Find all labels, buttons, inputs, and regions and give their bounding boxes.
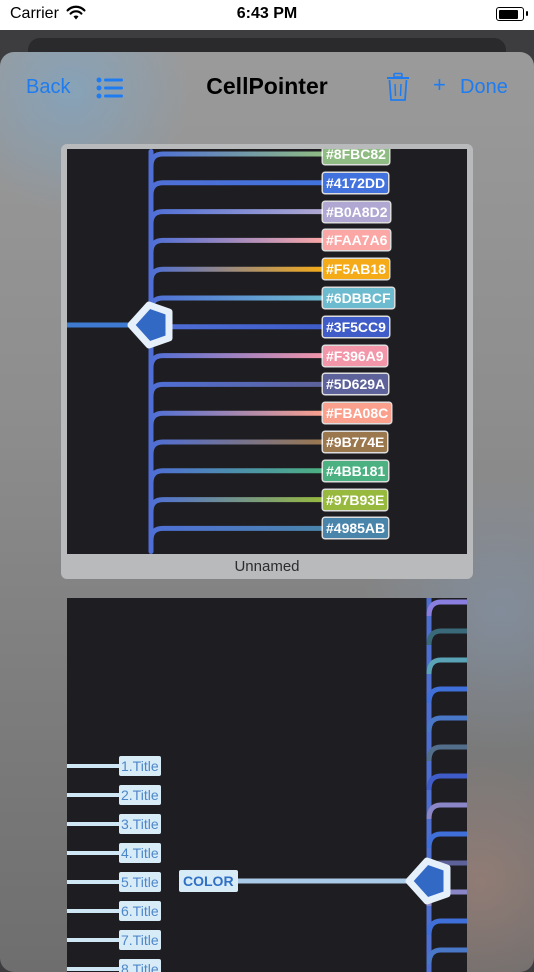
card-name: Unnamed — [234, 558, 300, 575]
color-label-tag[interactable]: #9B774E — [323, 432, 388, 452]
color-label-tag[interactable]: #4985AB — [323, 518, 389, 539]
color-label-tag[interactable]: #F5AB18 — [323, 259, 389, 280]
branch-line — [148, 525, 323, 541]
done-button[interactable]: Done — [460, 76, 508, 99]
back-button[interactable]: Back — [26, 76, 70, 99]
color-label-tag[interactable]: #8FBC82 — [323, 149, 389, 164]
navigation-bar: Back CellPointer + Done — [0, 52, 534, 124]
branch-line — [148, 209, 323, 224]
root-node[interactable] — [405, 857, 451, 905]
clock: 6:43 PM — [236, 5, 298, 22]
branch-line — [426, 628, 467, 646]
status-bar: Carrier 6:43 PM — [0, 0, 534, 30]
title-tag[interactable]: 3.Title — [119, 814, 161, 834]
branch-line — [148, 439, 323, 455]
center-label-tag[interactable]: COLOR — [179, 870, 238, 892]
branch-line — [148, 381, 323, 397]
color-label-tag[interactable]: #B0A8D2 — [323, 201, 391, 222]
title-tag[interactable]: 5.Title — [119, 872, 161, 892]
color-label-tag[interactable]: #FBA08C — [323, 403, 392, 424]
mindmap-preview-colors: #8FBC82 #4172DD #B0A8D2 #FAA7A6 #F5AB18 #6DBB… — [67, 149, 467, 554]
title-tag[interactable]: 1.Title — [119, 756, 161, 776]
branch-line — [426, 657, 467, 675]
mindmap-branches — [67, 149, 323, 554]
branch-line — [148, 237, 323, 253]
branch-line — [148, 151, 323, 167]
branch-line — [426, 831, 467, 849]
battery-icon — [496, 7, 528, 21]
mindmap-card-unnamed[interactable]: #8FBC82 #4172DD #B0A8D2 #FAA7A6 #F5AB18 #6DBB… — [61, 144, 473, 579]
trash-icon[interactable] — [386, 72, 410, 102]
mindmap-preview-titles[interactable]: 1.Title 2.Title 3.Title 4.Title 5.Title 6.Tit… — [67, 598, 467, 972]
color-label-tag[interactable]: #5D629A — [323, 374, 389, 395]
color-label-tag[interactable]: #4172DD — [323, 172, 389, 193]
color-label-tag[interactable]: #3F5CC9 — [323, 316, 389, 337]
branch-line — [148, 353, 323, 368]
branch-line — [148, 468, 323, 483]
color-label-tag[interactable]: #6DBBCF — [323, 288, 394, 308]
branch-line — [148, 324, 323, 339]
add-button[interactable]: + — [433, 72, 446, 98]
title-tag[interactable]: 2.Title — [119, 785, 161, 805]
list-icon[interactable] — [96, 76, 124, 100]
title-tag[interactable]: 7.Title — [119, 930, 161, 950]
modal-sheet: Back CellPointer + Done #8FBC82 #4172DD #B… — [0, 52, 534, 972]
branch-line — [426, 715, 467, 733]
spine-line — [148, 149, 154, 554]
branch-line — [426, 802, 467, 820]
branch-line — [426, 947, 467, 965]
branch-line — [426, 599, 467, 617]
branch-line — [148, 266, 323, 282]
root-node[interactable] — [127, 301, 173, 349]
title-tag[interactable]: 8.Title — [119, 959, 161, 972]
page-title: CellPointer — [206, 73, 328, 99]
branch-line — [148, 180, 323, 195]
color-label-tag[interactable]: #97B93E — [323, 489, 388, 510]
branch-line — [426, 773, 467, 791]
title-tag[interactable]: 4.Title — [119, 843, 161, 863]
title-tag[interactable]: 6.Title — [119, 901, 161, 921]
color-label-tag[interactable]: #4BB181 — [323, 460, 389, 481]
branch-line — [148, 497, 323, 512]
branch-line — [426, 686, 467, 704]
branch-line — [426, 744, 467, 762]
color-label-tag[interactable]: #F396A9 — [323, 345, 387, 366]
color-label-tag[interactable]: #FAA7A6 — [323, 230, 391, 251]
branch-line — [426, 918, 467, 936]
branch-line — [148, 410, 323, 426]
branch-line — [148, 295, 323, 311]
